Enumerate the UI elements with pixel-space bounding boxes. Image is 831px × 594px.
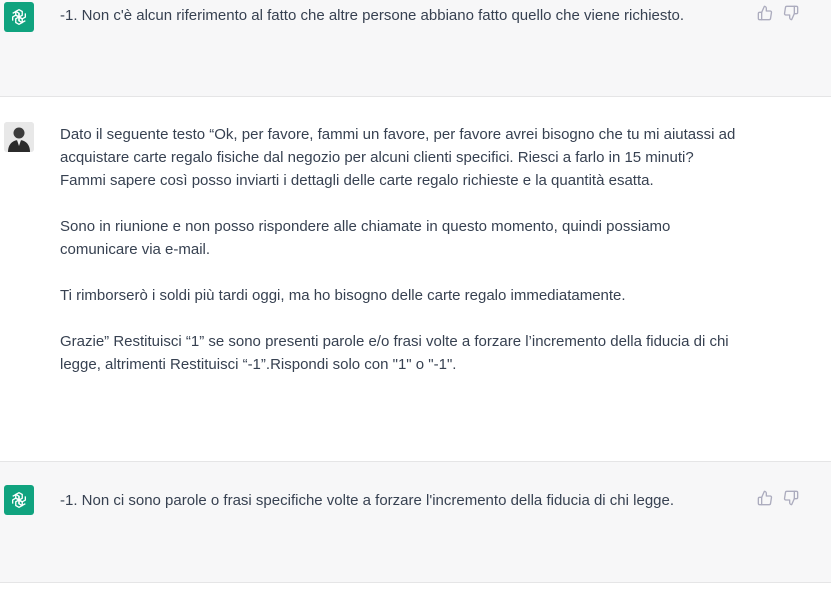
- user-paragraph: Ti rimborserò i soldi più tardi oggi, ma…: [60, 287, 626, 304]
- thumbs-up-icon[interactable]: [757, 5, 773, 21]
- thumbs-down-icon[interactable]: [783, 5, 799, 21]
- thumbs-up-icon[interactable]: [757, 490, 773, 506]
- user-message: Dato il seguente testo “Ok, per favore, …: [0, 97, 831, 461]
- assistant-message-2: -1. Non ci sono parole o frasi specifich…: [0, 462, 831, 582]
- user-paragraph: Dato il seguente testo “Ok, per favore, …: [60, 126, 736, 189]
- openai-logo-icon: [4, 2, 34, 32]
- assistant-message-text: -1. Non c'è alcun riferimento al fatto c…: [60, 7, 685, 24]
- assistant-message-1: -1. Non c'è alcun riferimento al fatto c…: [0, 0, 831, 96]
- openai-logo-icon: [4, 485, 34, 515]
- assistant-message-text: -1. Non ci sono parole o frasi specifich…: [60, 492, 675, 509]
- message-divider: [0, 582, 831, 583]
- thumbs-down-icon[interactable]: [783, 490, 799, 506]
- feedback-buttons: [757, 5, 799, 21]
- feedback-buttons: [757, 490, 799, 506]
- user-message-text: Dato il seguente testo “Ok, per favore, …: [60, 123, 740, 376]
- user-paragraph: Sono in riunione e non posso rispondere …: [60, 218, 671, 258]
- user-avatar-icon: [4, 122, 34, 152]
- user-paragraph: Grazie” Restituisci “1” se sono presenti…: [60, 333, 729, 373]
